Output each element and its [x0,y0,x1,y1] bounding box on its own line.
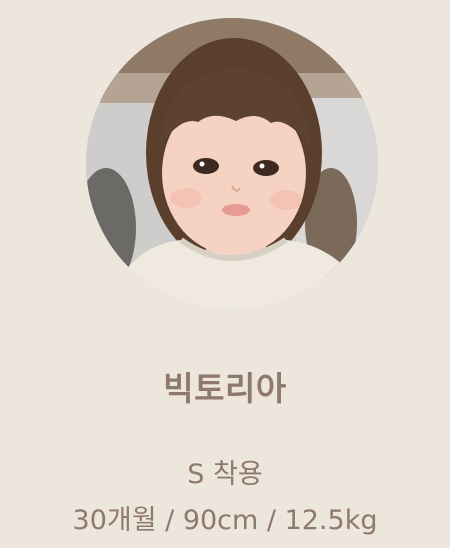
model-card: 빅토리아 S 착용 30개월 / 90cm / 12.5kg [0,0,450,548]
child-portrait-image [86,18,378,310]
model-name: 빅토리아 [163,369,287,408]
model-photo [86,18,378,310]
model-stats: 30개월 / 90cm / 12.5kg [72,505,378,536]
size-label: S 착용 [187,459,263,490]
